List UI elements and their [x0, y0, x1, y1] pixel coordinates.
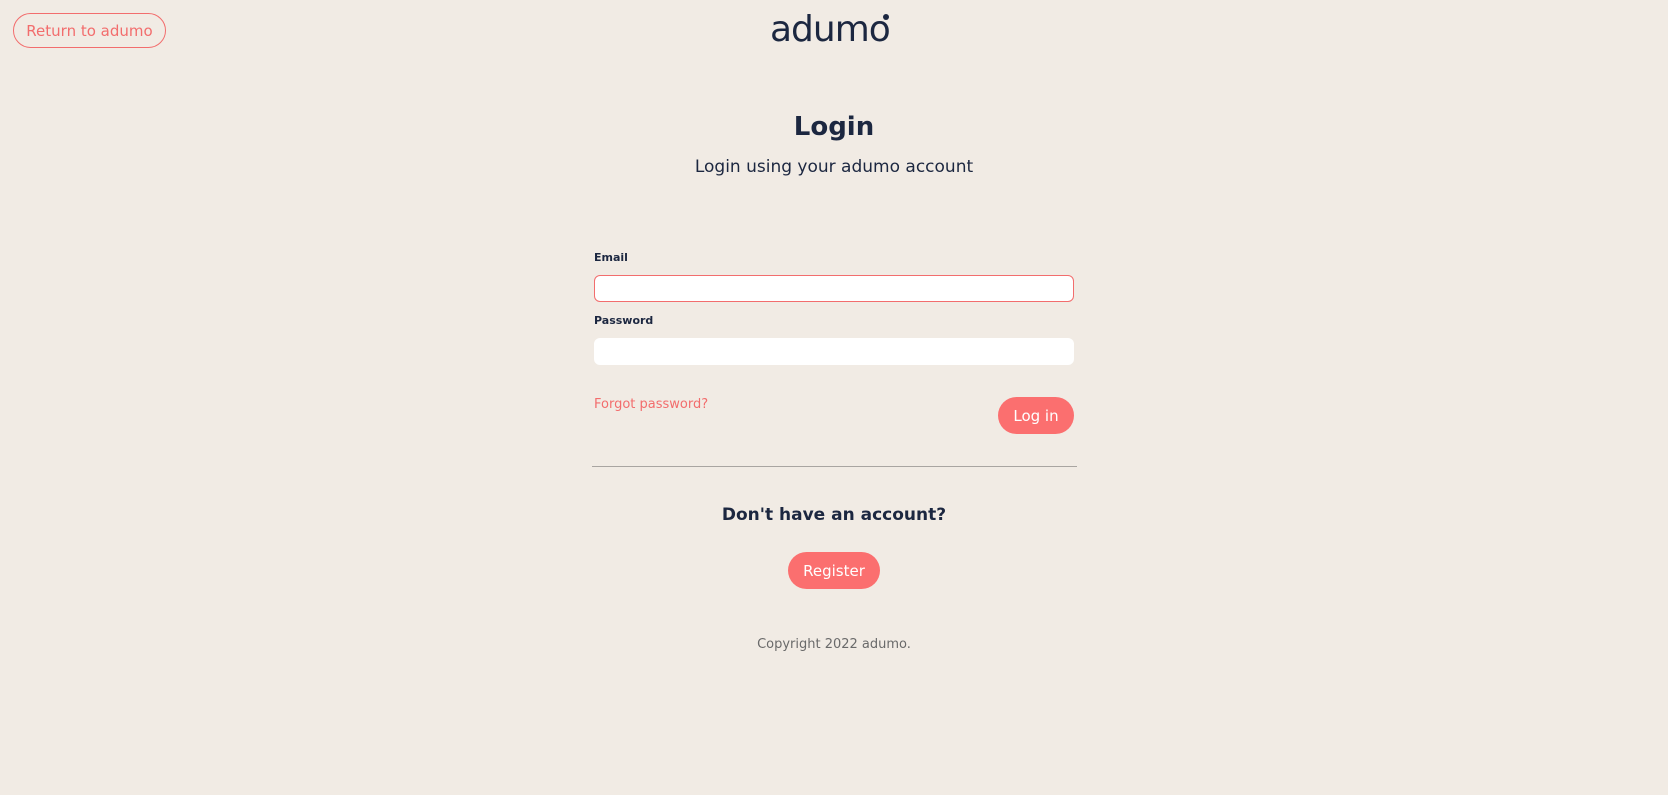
email-label: Email	[594, 251, 628, 264]
adumo-logo[interactable]: adumo	[770, 8, 900, 52]
logo-dot	[883, 14, 889, 20]
no-account-prompt: Don't have an account?	[721, 505, 947, 525]
return-to-adumo-button[interactable]: Return to adumo	[13, 13, 166, 48]
copyright-text: Copyright 2022 adumo.	[757, 637, 911, 652]
forgot-password-link[interactable]: Forgot password?	[594, 397, 708, 412]
logo-text: adumo	[770, 9, 891, 50]
password-label: Password	[594, 314, 654, 327]
register-button[interactable]: Register	[788, 552, 880, 589]
password-field[interactable]	[594, 338, 1074, 365]
page-subtitle: Login using your adumo account	[694, 157, 974, 177]
page-title: Login	[793, 112, 875, 142]
login-button[interactable]: Log in	[998, 397, 1074, 434]
divider	[592, 466, 1077, 467]
email-field[interactable]	[594, 275, 1074, 302]
